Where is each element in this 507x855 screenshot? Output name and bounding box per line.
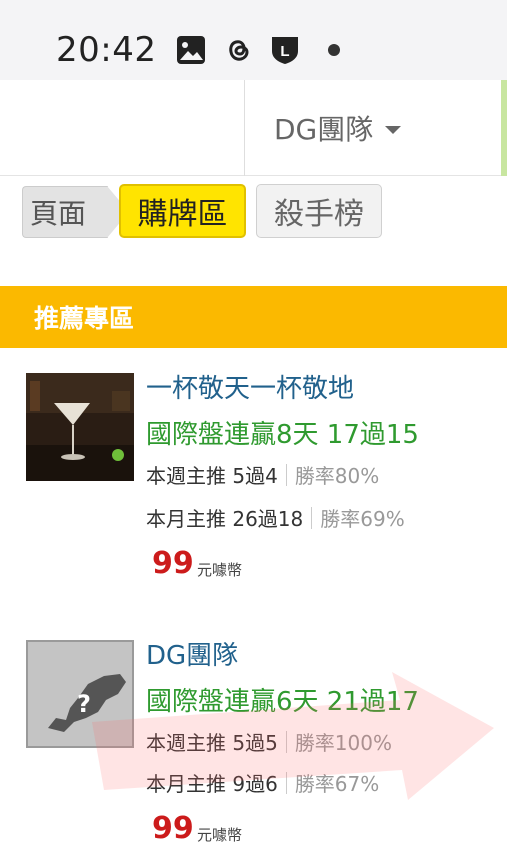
- caret-down-icon: [385, 126, 402, 134]
- card-thumbnail[interactable]: ?: [26, 640, 134, 748]
- card-price: 99: [152, 811, 194, 846]
- month-rate: 勝率67%: [294, 772, 380, 796]
- week-rate: 勝率80%: [294, 464, 380, 488]
- card-week-stat: 本週主推 5過5 勝率100%: [146, 727, 392, 756]
- breadcrumb-page[interactable]: 頁面: [22, 186, 129, 238]
- martini-photo: [26, 373, 134, 481]
- card-name[interactable]: 一杯敬天一杯敬地: [146, 368, 354, 405]
- image-icon: [177, 36, 205, 64]
- recommend-card[interactable]: 一杯敬天一杯敬地 國際盤連贏8天 17過15 本週主推 5過4 勝率80% 本月…: [0, 348, 507, 588]
- stat-divider: [285, 771, 287, 794]
- stat-divider: [285, 463, 287, 486]
- card-streak: 國際盤連贏8天 17過15: [146, 420, 419, 450]
- week-label: 本週主推 5過5: [146, 731, 278, 755]
- dot-icon: [328, 44, 340, 56]
- team-dropdown[interactable]: DG團隊: [274, 108, 402, 148]
- card-price-unit: 元噱幣: [197, 561, 243, 579]
- month-label: 本月主推 9過6: [146, 772, 278, 796]
- month-rate: 勝率69%: [320, 507, 405, 531]
- stat-divider: [285, 730, 287, 753]
- tab-killer-board[interactable]: 殺手榜: [256, 184, 382, 238]
- line-shield-icon: L: [272, 37, 298, 64]
- threads-icon: [229, 40, 249, 61]
- section-header: 推薦專區: [0, 286, 507, 348]
- card-week-stat: 本週主推 5過4 勝率80%: [146, 460, 379, 489]
- line-badge-letter: L: [280, 43, 289, 60]
- month-label: 本月主推 26過18: [146, 507, 304, 531]
- top-bar: DG團隊: [0, 80, 507, 176]
- card-price-unit: 元噱幣: [197, 826, 243, 844]
- status-time: 20:42: [56, 30, 157, 70]
- top-bar-accent: [501, 80, 507, 176]
- week-rate: 勝率100%: [294, 731, 392, 755]
- card-streak: 國際盤連贏6天 21過17: [146, 687, 419, 717]
- status-bar: 20:42 L: [0, 0, 507, 80]
- card-month-stat: 本月主推 26過18 勝率69%: [146, 503, 405, 532]
- stat-divider: [311, 506, 313, 529]
- recommend-card[interactable]: ? DG團隊 國際盤連贏6天 21過17 本週主推 5過5 勝率100% 本月主…: [0, 615, 507, 855]
- card-name[interactable]: DG團隊: [146, 635, 238, 672]
- top-bar-divider: [244, 80, 245, 176]
- card-thumbnail[interactable]: [26, 373, 134, 481]
- tab-buy-zone[interactable]: 購牌區: [119, 184, 246, 238]
- unknown-avatar: ?: [26, 640, 134, 748]
- week-label: 本週主推 5過4: [146, 464, 278, 488]
- card-month-stat: 本月主推 9過6 勝率67%: [146, 768, 379, 797]
- card-price: 99: [152, 546, 194, 581]
- svg-text:?: ?: [77, 690, 91, 718]
- breadcrumb-label: 頁面: [30, 197, 87, 230]
- team-dropdown-label: DG團隊: [274, 113, 374, 146]
